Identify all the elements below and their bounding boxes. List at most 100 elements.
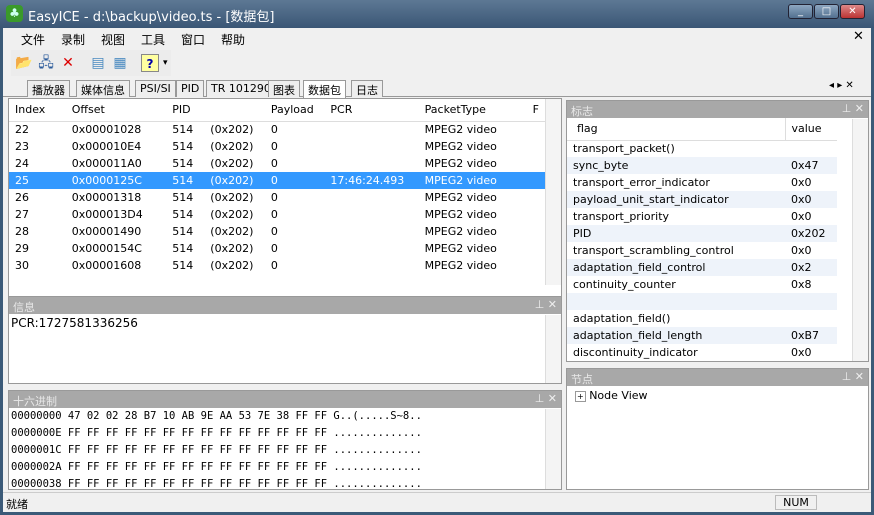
pin-close-icon[interactable]: ⊥ ✕ <box>842 102 864 115</box>
table-row[interactable]: 30 0x00001608 514 (0x202) 0 MPEG2 video <box>9 257 545 274</box>
info-title: 信息 <box>13 301 35 314</box>
cell: (0x202) <box>210 172 265 189</box>
flags-title: 标志 <box>571 105 593 118</box>
flag-row[interactable]: transport_scrambling_control 0x0 <box>567 242 837 259</box>
close-x-icon[interactable]: ✕ <box>59 54 77 72</box>
flag-row[interactable]: PID 0x202 <box>567 225 837 242</box>
maximize-button[interactable]: □ <box>814 4 839 19</box>
col-f[interactable]: F <box>527 99 545 121</box>
table-row[interactable]: 29 0x0000154C 514 (0x202) 0 MPEG2 video <box>9 240 545 257</box>
flag-name: transport_scrambling_control <box>573 244 734 257</box>
tab-psi-si[interactable]: PSI/SI <box>135 80 176 97</box>
pin-close-icon[interactable]: ⊥ ✕ <box>842 370 864 383</box>
status-text: 就绪 <box>6 498 28 511</box>
flag-name: continuity_counter <box>573 278 676 291</box>
table-row[interactable]: 22 0x00001028 514 (0x202) 0 MPEG2 video <box>9 121 545 138</box>
menu-record[interactable]: 录制 <box>61 31 85 48</box>
table-row[interactable]: 28 0x00001490 514 (0x202) 0 MPEG2 video <box>9 223 545 240</box>
cell: 0x0000125C <box>65 172 167 189</box>
flag-row[interactable]: adaptation_field_control 0x2 <box>567 259 837 276</box>
pin-close-icon[interactable]: ⊥ ✕ <box>535 298 557 311</box>
tab-log[interactable]: 日志 <box>351 80 383 97</box>
cell: (0x202) <box>210 259 254 272</box>
table-row[interactable]: 24 0x000011A0 514 (0x202) 0 MPEG2 video <box>9 155 545 172</box>
menu-help[interactable]: 帮助 <box>221 31 245 48</box>
pin-close-icon[interactable]: ⊥ ✕ <box>535 392 557 405</box>
flag-row[interactable]: transport_priority 0x0 <box>567 208 837 225</box>
flag-row[interactable]: adaptation_field() <box>567 310 837 327</box>
col-pcr[interactable]: PCR <box>324 99 418 121</box>
col-value[interactable]: value <box>784 118 837 140</box>
hex-title: 十六进制 <box>13 395 57 408</box>
tab-player[interactable]: 播放器 <box>27 80 70 97</box>
table-row[interactable]: 23 0x000010E4 514 (0x202) 0 MPEG2 video <box>9 138 545 155</box>
hex-vscrollbar[interactable] <box>545 409 561 489</box>
network-icon[interactable]: 🖧 <box>37 54 55 72</box>
help-icon[interactable]: ? <box>141 54 159 72</box>
flag-row[interactable] <box>567 293 837 310</box>
node-view-item[interactable]: + Node View <box>567 386 868 405</box>
nodes-panel: 节点 ⊥ ✕ + Node View <box>566 368 869 490</box>
col-pid[interactable]: PID <box>166 99 210 121</box>
col-offset[interactable]: Offset <box>66 99 166 121</box>
cell: 23 <box>15 140 29 153</box>
table-row[interactable]: 26 0x00001318 514 (0x202) 0 MPEG2 video <box>9 189 545 206</box>
cell: 0 <box>270 157 278 170</box>
cell: 0 <box>270 140 278 153</box>
menu-window[interactable]: 窗口 <box>181 31 205 48</box>
hex-panel: 十六进制 ⊥ ✕ 00000000 47 02 02 28 B7 10 AB 9E… <box>8 390 562 490</box>
flags-vscrollbar[interactable] <box>852 119 868 361</box>
cell: MPEG2 video <box>424 157 497 170</box>
cell <box>324 189 418 206</box>
cell: 0 <box>270 225 278 238</box>
calculator-icon[interactable]: ▦ <box>111 54 129 72</box>
notepad-icon[interactable]: ▤ <box>89 54 107 72</box>
col-index[interactable]: Index <box>9 99 66 121</box>
info-panel: 信息 ⊥ ✕ PCR:1727581336256 <box>8 296 562 384</box>
cell <box>324 206 418 223</box>
tab-tr101290[interactable]: TR 101290 <box>206 80 276 97</box>
col-packettype[interactable]: PacketType <box>419 99 527 121</box>
tab-pid[interactable]: PID <box>176 80 205 97</box>
tab-chart[interactable]: 图表 <box>268 80 300 97</box>
tab-packets[interactable]: 数据包 <box>303 80 346 98</box>
cell: 0 <box>264 172 325 189</box>
packet-vscrollbar[interactable] <box>545 99 561 285</box>
cell: 17:46:24.493 <box>324 172 419 189</box>
cell: 0x000010E4 <box>71 140 142 153</box>
flag-row[interactable]: discontinuity_indicator 0x0 <box>567 344 837 361</box>
cell: 30 <box>15 259 29 272</box>
flag-row[interactable]: adaptation_field_length 0xB7 <box>567 327 837 344</box>
menu-file[interactable]: 文件 <box>21 31 45 48</box>
table-row[interactable]: 25 0x0000125C 514 (0x202) 0 17:46:24.493 MPEG2… <box>9 172 545 189</box>
cell <box>324 223 418 240</box>
cell: 514 <box>172 259 194 272</box>
flag-row[interactable]: sync_byte 0x47 <box>567 157 837 174</box>
flag-name: transport_error_indicator <box>573 176 710 189</box>
expand-icon[interactable]: + <box>575 391 586 402</box>
minimize-button[interactable]: _ <box>788 4 813 19</box>
flag-row[interactable]: continuity_counter 0x8 <box>567 276 837 293</box>
col-flag[interactable]: flag <box>567 118 785 140</box>
menu-view[interactable]: 视图 <box>101 31 125 48</box>
info-vscrollbar[interactable] <box>545 315 561 383</box>
flag-value <box>785 310 837 327</box>
flag-row[interactable]: transport_packet() <box>567 140 837 157</box>
hex-line: 0000000E FF FF FF FF FF FF FF FF FF FF F… <box>11 427 422 439</box>
col-payload[interactable]: Payload <box>265 99 325 121</box>
cell: (0x202) <box>210 140 254 153</box>
mdi-close-icon[interactable]: ✕ <box>853 29 864 44</box>
open-folder-icon[interactable]: 📂 <box>15 54 33 72</box>
toolbar-overflow-icon[interactable]: ▾ <box>163 58 168 68</box>
flag-row[interactable]: payload_unit_start_indicator 0x0 <box>567 191 837 208</box>
menu-tools[interactable]: 工具 <box>141 31 165 48</box>
hex-line: 00000000 47 02 02 28 B7 10 AB 9E AA 53 7… <box>11 410 422 422</box>
cell: 514 <box>172 157 194 170</box>
flag-row[interactable]: transport_error_indicator 0x0 <box>567 174 837 191</box>
close-window-button[interactable]: ✕ <box>840 4 865 19</box>
tab-media-info[interactable]: 媒体信息 <box>76 80 130 97</box>
flag-value: 0xB7 <box>791 329 820 342</box>
table-row[interactable]: 27 0x000013D4 514 (0x202) 0 MPEG2 video <box>9 206 545 223</box>
tab-scroll-arrows-icon[interactable]: ◂ ▸ ✕ <box>829 80 854 91</box>
cell: MPEG2 video <box>424 225 497 238</box>
